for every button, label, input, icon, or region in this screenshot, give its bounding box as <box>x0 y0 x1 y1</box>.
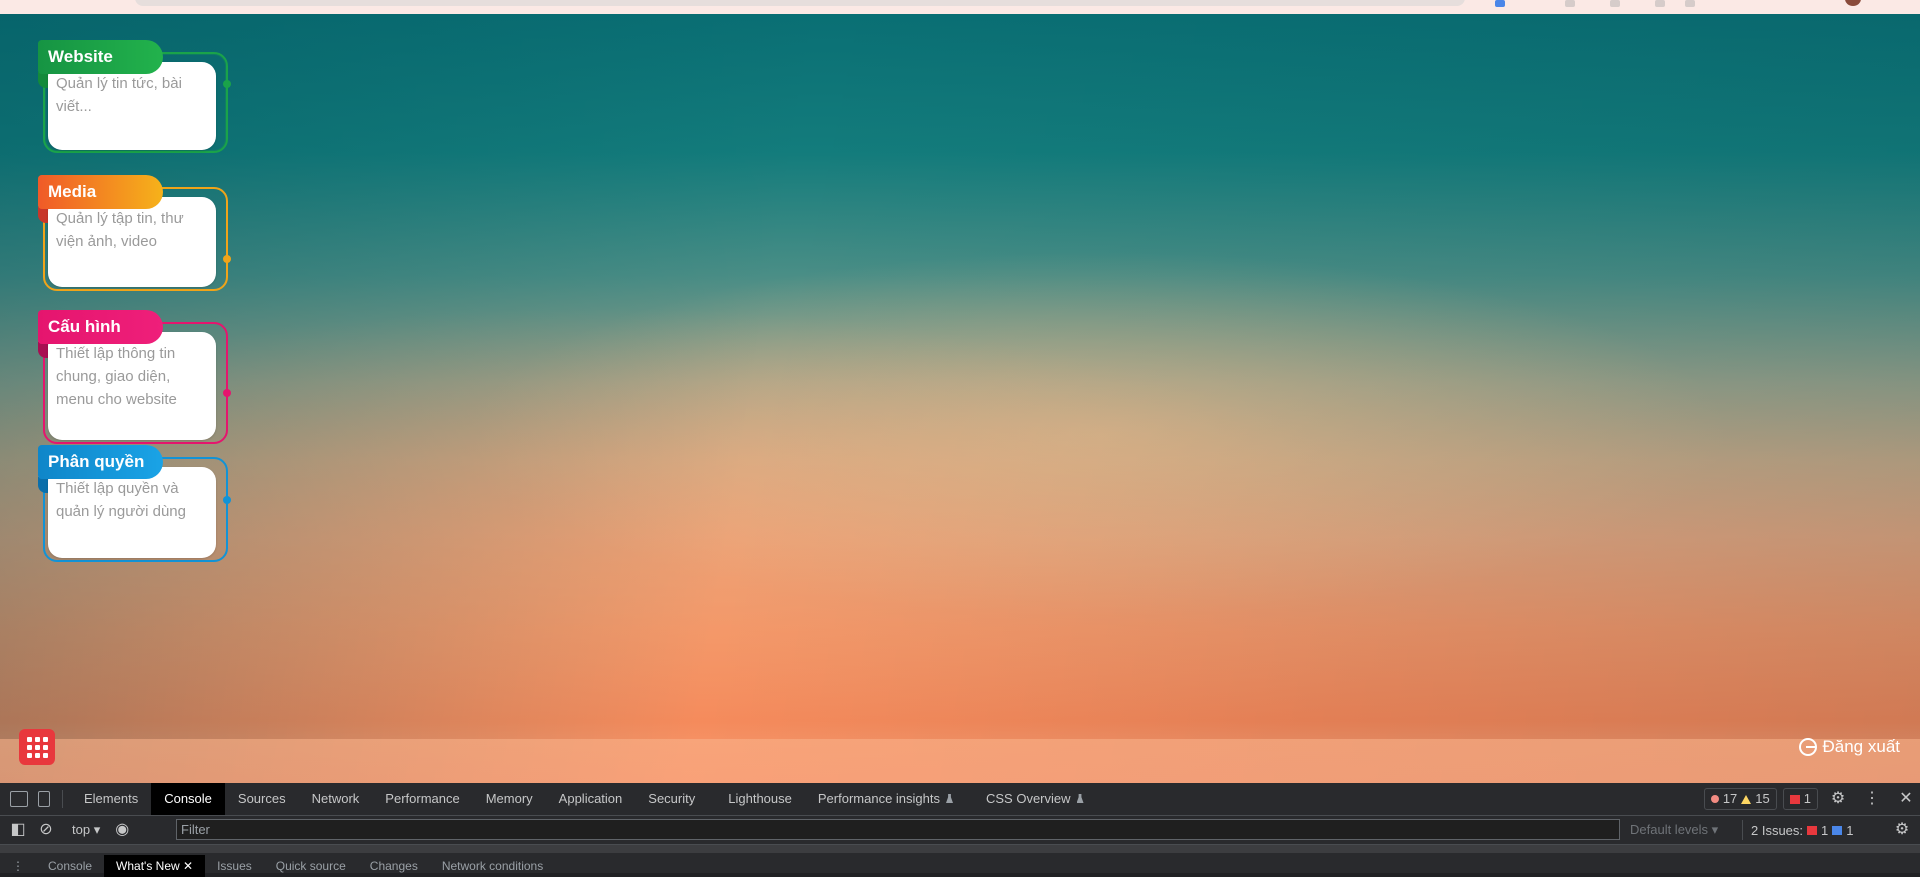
issues-count: 1 <box>1803 791 1811 806</box>
profile-avatar[interactable] <box>1845 0 1861 6</box>
card-title: Phân quyền <box>38 445 163 479</box>
clear-console-icon[interactable]: ⊘ <box>38 822 54 838</box>
tab-fold <box>38 477 48 493</box>
card-description: Thiết lập thông tin chung, giao diện, me… <box>48 332 216 440</box>
drawer-tab-quick-source[interactable]: Quick source <box>264 855 358 877</box>
drawer-tab-issues[interactable]: Issues <box>205 855 264 877</box>
drawer-tab-label: What's New <box>116 859 180 873</box>
tab-security[interactable]: Security <box>635 783 708 815</box>
filter-input[interactable]: Filter <box>176 819 1620 840</box>
tab-performance[interactable]: Performance <box>372 783 472 815</box>
browser-toolbar <box>0 0 1920 14</box>
drawer-tab-whats-new[interactable]: What's New ✕ <box>104 855 206 877</box>
bottom-bar <box>0 739 1920 783</box>
inspect-element-icon[interactable] <box>10 791 28 807</box>
module-card-media[interactable]: Quản lý tập tin, thư viện ảnh, video Med… <box>38 175 231 291</box>
module-card-permissions[interactable]: Thiết lập quyền và quản lý người dùng Ph… <box>38 445 231 562</box>
grid-icon <box>26 736 48 758</box>
flask-icon <box>946 794 953 803</box>
error-warning-counter[interactable]: 17 15 <box>1703 788 1777 810</box>
warning-icon <box>1741 794 1752 804</box>
tab-performance-insights[interactable]: Performance insights <box>805 783 966 815</box>
tab-fold <box>38 72 48 88</box>
issues-red-count: 1 <box>1821 822 1829 838</box>
drawer-tab-network-conditions[interactable]: Network conditions <box>430 855 555 877</box>
tab-fold <box>38 207 48 223</box>
close-icon[interactable]: ✕ <box>1898 791 1914 807</box>
card-title: Cấu hình <box>38 310 163 344</box>
tab-console[interactable]: Console <box>151 783 225 815</box>
console-toolbar: ◧ ⊘ top ▾ ◉ Filter Default levels ▾ 2 Is… <box>0 816 1920 845</box>
page-viewport: Quản lý tin tức, bài viết... Website Quả… <box>0 14 1920 783</box>
extension-icon[interactable] <box>1495 0 1505 7</box>
divider <box>62 790 63 808</box>
devtools-tabbar: Elements Console Sources Network Perform… <box>0 783 1920 816</box>
address-bar[interactable] <box>135 0 1465 6</box>
extension-icon[interactable] <box>1685 0 1695 7</box>
device-toolbar-icon[interactable] <box>38 791 50 807</box>
tab-network[interactable]: Network <box>299 783 373 815</box>
tab-elements[interactable]: Elements <box>71 783 151 815</box>
drawer-tab-console[interactable]: Console <box>36 855 104 877</box>
levels-label: Default levels <box>1630 822 1709 837</box>
tab-label: Performance insights <box>817 791 940 806</box>
logout-label: Đăng xuất <box>1822 737 1901 756</box>
card-description: Quản lý tin tức, bài viết... <box>48 62 216 150</box>
app-launcher-button[interactable] <box>19 729 55 765</box>
logout-button[interactable]: Đăng xuất <box>1798 737 1901 757</box>
drawer-tab-changes[interactable]: Changes <box>358 855 430 877</box>
logout-icon <box>1798 738 1817 756</box>
devtools-drawer: ⋮ Console What's New ✕ Issues Quick sour… <box>0 845 1920 877</box>
extension-icon[interactable] <box>1655 0 1665 7</box>
drawer-resizer[interactable] <box>0 845 1920 853</box>
connector-dot <box>223 255 231 263</box>
tab-fold <box>38 342 48 358</box>
eye-icon[interactable]: ◉ <box>114 822 130 838</box>
module-card-website[interactable]: Quản lý tin tức, bài viết... Website <box>38 40 231 153</box>
context-label: top <box>72 822 91 837</box>
flask-icon <box>1076 794 1084 803</box>
devtools-panel: Elements Console Sources Network Perform… <box>0 783 1920 877</box>
gear-icon[interactable]: ⚙ <box>1830 791 1846 807</box>
module-card-config[interactable]: Thiết lập thông tin chung, giao diện, me… <box>38 310 231 444</box>
drawer-menu-icon[interactable]: ⋮ <box>0 855 36 877</box>
log-levels-dropdown[interactable]: Default levels ▾ <box>1630 822 1718 838</box>
issue-icon <box>1789 794 1800 804</box>
tab-sources[interactable]: Sources <box>225 783 299 815</box>
connector-dot <box>223 80 231 88</box>
context-selector[interactable]: top ▾ <box>72 822 100 838</box>
tab-lighthouse[interactable]: Lighthouse <box>708 783 805 815</box>
card-title: Media <box>38 175 163 209</box>
warning-count: 15 <box>1755 791 1770 806</box>
more-options-icon[interactable]: ⋮ <box>1864 791 1880 807</box>
tab-memory[interactable]: Memory <box>473 783 546 815</box>
error-count: 17 <box>1722 791 1738 806</box>
tab-application[interactable]: Application <box>546 783 636 815</box>
issues-label: 2 Issues: <box>1751 822 1804 838</box>
devtools-status: 17 15 1 ⚙ ⋮ ✕ <box>1703 783 1920 815</box>
issues-counter[interactable]: 1 <box>1782 788 1818 810</box>
extension-icon[interactable] <box>1565 0 1575 7</box>
tab-label: CSS Overview <box>986 791 1071 806</box>
sidebar-toggle-icon[interactable]: ◧ <box>10 822 26 838</box>
issue-error-icon <box>1807 825 1818 835</box>
console-settings-icon[interactable]: ⚙ <box>1894 822 1910 838</box>
connector-dot <box>223 496 231 504</box>
connector-dot <box>223 389 231 397</box>
tab-css-overview[interactable]: CSS Overview <box>966 783 1097 815</box>
error-icon <box>1710 795 1719 803</box>
card-description: Thiết lập quyền và quản lý người dùng <box>48 467 216 558</box>
card-description: Quản lý tập tin, thư viện ảnh, video <box>48 197 216 287</box>
card-title: Website <box>38 40 163 74</box>
issue-info-icon <box>1832 825 1843 835</box>
drawer-tabbar: ⋮ Console What's New ✕ Issues Quick sour… <box>0 855 555 877</box>
extension-icon[interactable] <box>1610 0 1620 7</box>
issues-blue-count: 1 <box>1846 822 1854 838</box>
issues-button[interactable]: 2 Issues: 1 1 <box>1742 820 1854 840</box>
